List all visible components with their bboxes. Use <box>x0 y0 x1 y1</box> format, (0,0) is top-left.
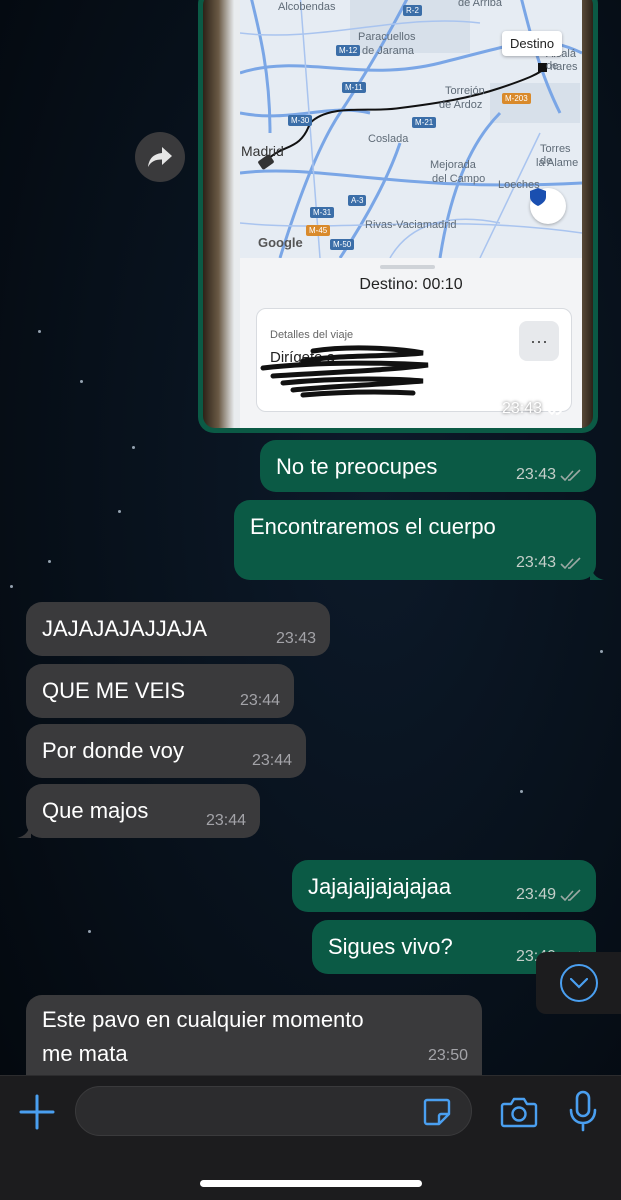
road-badge: M-31 <box>310 207 335 218</box>
map-label: Torrejón <box>445 85 485 97</box>
map-label: Coslada <box>368 133 409 145</box>
map-label: de Ardoz <box>439 99 483 111</box>
message-text: QUE ME VEIS <box>42 678 186 703</box>
double-check-icon <box>560 468 581 481</box>
shield-icon <box>530 188 546 206</box>
background-star <box>132 446 135 449</box>
message-text: Este pavo en cualquier momento <box>42 1007 364 1032</box>
scribble-redaction <box>260 345 429 398</box>
map-label: de Arriba <box>458 0 503 9</box>
background-star <box>88 930 91 933</box>
road-badge: M-45 <box>306 225 331 236</box>
double-check-icon <box>560 556 581 569</box>
map-label: Mejorada <box>430 159 476 171</box>
trip-caption: Detalles del viaje <box>270 329 354 341</box>
map-view: Alcobendas de Arriba Paracuellos de Jara… <box>240 0 582 258</box>
incoming-message[interactable]: Que majos 23:44 <box>17 784 260 838</box>
map-label: del Campo <box>432 173 486 185</box>
shield-button <box>530 188 566 224</box>
image-message[interactable]: Alcobendas de Arriba Paracuellos de Jara… <box>198 0 598 433</box>
road-badge: M-50 <box>330 239 355 250</box>
background-star <box>520 790 523 793</box>
message-text-line-2: me mata <box>42 1041 128 1066</box>
sticker-icon[interactable] <box>421 1096 453 1128</box>
message-text: Jajajajjajajajaa <box>308 874 452 899</box>
image-timestamp: 23:43 <box>502 400 571 418</box>
timestamp: 23:43 <box>501 400 542 417</box>
road-badge: A-3 <box>348 195 367 206</box>
map-label: de Jarama <box>362 45 414 57</box>
message-text: Por donde voy <box>42 738 184 763</box>
bubble-tail <box>590 564 604 580</box>
map-label: Rivas-Vaciamadrid <box>365 219 457 231</box>
microphone-icon[interactable] <box>568 1090 598 1132</box>
bubble-tail <box>17 822 31 838</box>
google-logo: Google <box>258 235 303 250</box>
message-text: Que majos <box>42 798 149 823</box>
timestamp: 23:44 <box>251 752 292 769</box>
background-star <box>80 380 83 383</box>
destination-label: Destino <box>502 31 563 56</box>
incoming-message[interactable]: Por donde voy 23:44 <box>26 724 306 778</box>
road-badge: M-12 <box>336 45 361 56</box>
outgoing-message[interactable]: Jajajajjajajajaa 23:49 <box>292 860 596 912</box>
image-screenshot: Alcobendas de Arriba Paracuellos de Jara… <box>203 0 593 428</box>
road-badge: M-30 <box>288 115 313 126</box>
road-badge: M-203 <box>502 93 531 104</box>
background-star <box>38 330 41 333</box>
outgoing-message[interactable]: No te preocupes 23:43 <box>260 440 596 492</box>
map-label: nares <box>550 61 578 73</box>
message-text: Encontraremos el cuerpo <box>250 514 496 539</box>
message-input-bar <box>0 1075 621 1200</box>
timestamp: 23:44 <box>239 692 280 709</box>
double-check-icon <box>547 402 570 416</box>
road-badge: M-11 <box>342 82 366 93</box>
timestamp: 23:49 <box>515 886 556 903</box>
background-star <box>118 510 121 513</box>
background-star <box>48 560 51 563</box>
incoming-message[interactable]: JAJAJAJAJJAJA 23:43 <box>26 602 330 656</box>
timestamp: 23:43 <box>515 466 556 483</box>
message-text: Sigues vivo? <box>328 934 453 959</box>
message-text: No te preocupes <box>276 454 438 479</box>
timestamp: 23:43 <box>275 630 316 647</box>
message-text: JAJAJAJAJJAJA <box>42 616 208 641</box>
map-label: Alcobendas <box>278 1 336 13</box>
map-label: Madrid <box>241 143 284 159</box>
incoming-message[interactable]: QUE ME VEIS 23:44 <box>26 664 294 718</box>
more-icon: ··· <box>519 321 559 361</box>
timestamp: 23:50 <box>427 1047 468 1064</box>
sheet-handle <box>380 265 435 269</box>
forward-button[interactable] <box>135 132 185 182</box>
background-star <box>600 650 603 653</box>
map-label: la Alame <box>536 157 579 169</box>
double-check-icon <box>560 888 581 901</box>
eta-label: Destino: 00:10 <box>359 276 463 293</box>
timestamp: 23:44 <box>205 812 246 829</box>
scroll-to-bottom-button[interactable] <box>536 952 621 1014</box>
plus-icon[interactable] <box>18 1093 56 1131</box>
forward-icon <box>148 147 172 167</box>
road-badge: R-2 <box>403 5 422 16</box>
outgoing-message[interactable]: Encontraremos el cuerpo 23:43 <box>234 500 604 580</box>
chevron-down-icon <box>569 977 588 989</box>
home-indicator <box>200 1180 422 1187</box>
road-badge: M-21 <box>412 117 437 128</box>
map-label: Paracuellos <box>358 31 416 43</box>
timestamp: 23:43 <box>515 554 556 571</box>
camera-icon[interactable] <box>500 1094 538 1130</box>
message-input[interactable] <box>75 1086 472 1136</box>
background-star <box>10 585 13 588</box>
